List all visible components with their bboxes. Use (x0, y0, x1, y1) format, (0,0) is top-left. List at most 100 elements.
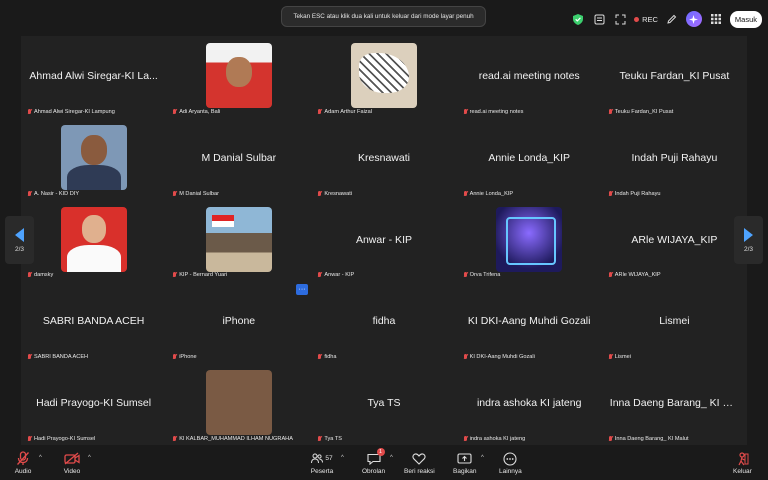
participant-display-name: Indah Puji Rahayu (631, 151, 718, 164)
rec-label: REC (642, 14, 658, 24)
page-indicator-left: 2/3 (14, 245, 25, 253)
apps-grid-icon[interactable] (709, 12, 723, 26)
participant-tile[interactable]: A. Nasir - KID DIY (21, 118, 166, 200)
participant-display-name: Inna Daeng Barang_ KI M... (609, 397, 740, 410)
leave-button[interactable]: Keluar (733, 451, 752, 475)
mic-muted-icon (608, 354, 613, 360)
participant-name-text: damsky (34, 272, 54, 279)
participant-name-label: Hadi Prayogo-KI Sumsel (27, 436, 95, 442)
participant-tile[interactable]: Annie Londa_KIP Annie Londa_KIP (457, 118, 602, 200)
mic-muted-icon (608, 436, 613, 442)
participant-tile[interactable]: SABRI BANDA ACEH SABRI BANDA ACEH (21, 281, 166, 363)
mic-muted-icon (172, 108, 177, 115)
participant-name-text: A. Nasir - KID DIY (34, 190, 80, 197)
participant-name-label: damsky (27, 272, 53, 278)
participant-display-name: M Danial Sulbar (201, 151, 277, 164)
participant-display-name: SABRI BANDA ACEH (42, 315, 145, 328)
participant-name-label: M Danial Sulbar (172, 190, 219, 197)
participant-name-label: Kresnawati (317, 190, 352, 197)
next-page-button[interactable]: 2/3 (734, 216, 763, 264)
participant-tile[interactable]: Lismei Lismei (602, 281, 747, 363)
audio-options-caret[interactable]: ^ (39, 455, 42, 461)
participant-tile[interactable]: Kresnawati Kresnawati (311, 118, 456, 200)
mic-muted-icon (463, 108, 468, 115)
chat-icon: 1 (365, 448, 385, 466)
participant-tile[interactable]: KI DKI-Aang Muhdi Gozali KI DKI-Aang Muhd… (457, 281, 602, 363)
participant-video (496, 206, 563, 272)
participant-tile[interactable]: Orva Trifena (457, 200, 602, 282)
sign-in-button[interactable]: Masuk (729, 10, 762, 28)
more-button[interactable]: Lainnya (499, 451, 522, 475)
audio-button[interactable]: Audio (14, 451, 32, 475)
participant-tile[interactable]: Adi Aryanta, Bali (166, 36, 311, 118)
mic-muted-icon (463, 190, 468, 197)
participant-tile[interactable]: Ahmad Alwi Siregar-KI La... Ahmad Alwi Si… (21, 36, 166, 118)
participant-video (205, 43, 272, 108)
video-button[interactable]: Video (63, 451, 81, 475)
prev-page-button[interactable]: 2/3 (5, 216, 34, 264)
mic-muted-icon (27, 436, 32, 442)
participant-tile[interactable]: Tya TS Tya TS (311, 363, 456, 445)
notes-icon[interactable] (592, 12, 606, 26)
participant-name-label: KI DKI-Aang Muhdi Gozali (463, 354, 535, 360)
chat-badge: 1 (376, 448, 385, 456)
participant-display-name: fidha (372, 315, 396, 328)
participant-name-label: Indah Puji Rahayu (608, 190, 661, 197)
participants-label: Peserta (310, 468, 334, 475)
participant-tile[interactable]: iPhone iPhone (166, 281, 311, 363)
participant-video (205, 206, 272, 272)
participant-name-label: Adam Arthur Faizal (317, 108, 372, 115)
participant-tile[interactable]: Hadi Prayogo-KI Sumsel Hadi Prayogo-KI Su… (21, 363, 166, 445)
arrow-left-icon (15, 227, 24, 242)
fullscreen-exit-banner: Tekan ESC atau klik dua kali untuk kelua… (281, 6, 486, 27)
participant-name-text: fidha (324, 354, 337, 361)
mic-muted-icon (608, 190, 613, 197)
participant-tile[interactable]: Teuku Fardan_KI Pusat Teuku Fardan_KI Pus… (602, 36, 747, 118)
video-label: Video (63, 468, 81, 475)
ai-companion-icon[interactable] (685, 11, 702, 27)
participant-tile[interactable]: KI KALBAR_MUHAMMAD ILHAM NUGRAHA (166, 363, 311, 445)
mic-muted-icon (317, 108, 322, 115)
reactions-button[interactable]: Beri reaksi (404, 451, 435, 475)
participant-tile[interactable]: Anwar - KIP Anwar - KIP (311, 200, 456, 282)
video-options-caret[interactable]: ^ (88, 455, 91, 461)
participant-video (60, 124, 127, 190)
mic-muted-icon (463, 436, 468, 442)
participant-tile[interactable]: ARle WIJAYA_KIP ARle WIJAYA_KIP (602, 200, 747, 282)
participant-tile[interactable]: damsky (21, 200, 166, 282)
participant-name-text: M Danial Sulbar (179, 190, 219, 197)
participant-tile[interactable]: fidha fidha (311, 281, 456, 363)
participant-name-label: read.ai meeting notes (463, 108, 523, 115)
mic-muted-icon (463, 272, 468, 278)
fullscreen-icon[interactable] (613, 12, 627, 26)
chat-options-caret[interactable]: ^ (390, 455, 393, 461)
pencil-icon[interactable] (665, 12, 679, 26)
participant-tile[interactable]: KIP - Bernard Yuari (166, 200, 311, 282)
mic-muted-icon (172, 272, 177, 278)
chat-button[interactable]: 1 Obrolan (362, 448, 386, 475)
participant-tile[interactable]: Inna Daeng Barang_ KI M... Inna Daeng Bar… (602, 363, 747, 445)
participant-name-text: Adam Arthur Faizal (324, 108, 372, 115)
share-button[interactable]: Bagikan (453, 451, 477, 475)
participant-name-label: Orva Trifena (463, 272, 500, 278)
participant-more-button[interactable]: ··· (296, 284, 308, 295)
mic-muted-icon (317, 190, 322, 197)
recording-indicator[interactable]: REC (634, 15, 658, 24)
participant-tile[interactable]: M Danial Sulbar M Danial Sulbar (166, 118, 311, 200)
participant-tile[interactable]: read.ai meeting notes read.ai meeting not… (457, 36, 602, 118)
participants-icon: 57 (307, 451, 337, 466)
participant-tile[interactable]: Adam Arthur Faizal (311, 36, 456, 118)
participants-options-caret[interactable]: ^ (341, 455, 344, 461)
participant-name-text: KI DKI-Aang Muhdi Gozali (469, 354, 535, 361)
participant-name-text: indra ashoka KI jateng (469, 436, 526, 442)
share-options-caret[interactable]: ^ (481, 455, 484, 461)
more-dots-icon (501, 451, 519, 466)
participant-tile[interactable]: Indah Puji Rahayu Indah Puji Rahayu (602, 118, 747, 200)
mic-muted-icon (463, 354, 468, 360)
participant-tile[interactable]: indra ashoka KI jateng indra ashoka KI ja… (457, 363, 602, 445)
participant-display-name: Teuku Fardan_KI Pusat (619, 70, 730, 82)
shield-icon[interactable] (571, 12, 585, 26)
participant-name-text: Anwar - KIP (324, 272, 355, 279)
participants-button[interactable]: 57 Peserta (307, 451, 337, 475)
chat-label: Obrolan (362, 468, 386, 475)
